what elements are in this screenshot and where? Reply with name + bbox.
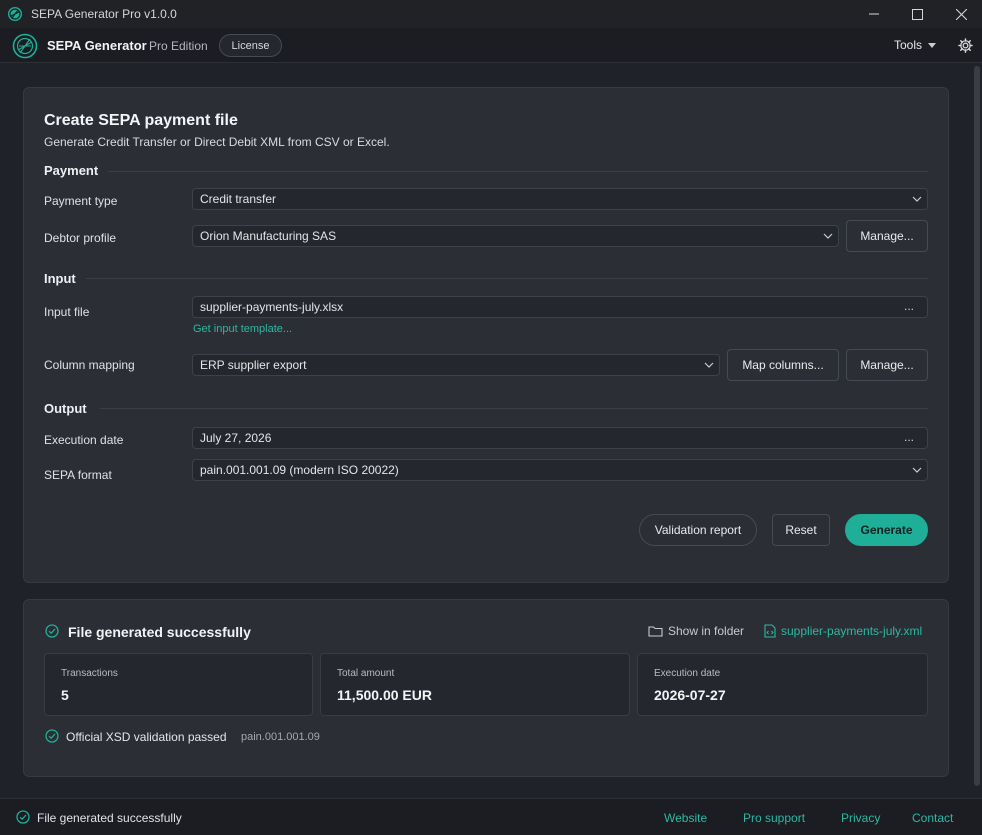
brand-name: SEPA Generator: [47, 38, 147, 53]
close-window-button[interactable]: [938, 0, 982, 28]
section-input: Input: [44, 271, 76, 286]
caret-down-icon: [928, 42, 937, 48]
input-file-label: Input file: [44, 305, 90, 319]
check-circle-icon: [45, 624, 59, 638]
execution-date-label: Execution date: [44, 433, 124, 447]
logo-icon: [12, 33, 38, 59]
check-circle-icon: [16, 810, 30, 824]
app-icon: [8, 7, 22, 21]
sepa-format-select[interactable]: pain.001.001.09 (modern ISO 20022): [192, 459, 928, 481]
footer-link-privacy[interactable]: Privacy: [841, 811, 880, 825]
section-payment: Payment: [44, 163, 99, 178]
payment-type-label: Payment type: [44, 194, 118, 208]
page-title: Create SEPA payment file: [44, 112, 238, 129]
execution-date-value: July 27, 2026: [200, 431, 272, 445]
manage-debtor-button[interactable]: Manage...: [846, 220, 928, 252]
column-mapping-select[interactable]: ERP supplier export: [192, 354, 720, 376]
check-circle-icon: [45, 729, 59, 743]
minimize-icon: [869, 13, 879, 15]
debtor-profile-label: Debtor profile: [44, 231, 117, 245]
reset-button[interactable]: Reset: [772, 514, 830, 546]
window-title: SEPA Generator Pro v1.0.0: [31, 7, 177, 21]
gear-icon[interactable]: [958, 38, 973, 53]
chevron-down-icon: [912, 196, 922, 202]
stat-label: Total amount: [337, 668, 395, 679]
chevron-down-icon: [823, 233, 833, 239]
payment-type-value: Credit transfer: [200, 192, 277, 206]
output-file-link[interactable]: supplier-payments-july.xml: [764, 624, 922, 638]
scrollbar-thumb[interactable]: [974, 66, 980, 786]
chevron-down-icon: [704, 362, 714, 368]
stat-value: 2026-07-27: [654, 687, 726, 703]
footer-link-website[interactable]: Website: [664, 811, 707, 825]
sepa-format-value: pain.001.001.09 (modern ISO 20022): [200, 463, 399, 477]
get-template-link[interactable]: Get input template...: [193, 323, 292, 335]
status-bar: File generated successfully Website Pro …: [0, 798, 982, 835]
edition-label: Pro Edition: [149, 39, 208, 53]
result-title: File generated successfully: [68, 624, 251, 640]
stat-card-transactions: Transactions 5: [44, 653, 313, 716]
maximize-icon: [911, 8, 923, 20]
input-file-field[interactable]: supplier-payments-july.xlsx ...: [192, 296, 928, 318]
browse-file-button[interactable]: ...: [904, 299, 914, 313]
stat-label: Transactions: [61, 668, 118, 679]
stat-value: 11,500.00 EUR: [337, 687, 432, 703]
folder-icon: [648, 626, 663, 637]
stat-label: Execution date: [654, 668, 721, 679]
tools-menu-label: Tools: [894, 38, 923, 52]
status-message: File generated successfully: [37, 811, 182, 825]
license-button[interactable]: License: [219, 34, 282, 57]
sepa-format-label: SEPA format: [44, 468, 112, 482]
xsd-validation-format: pain.001.001.09: [241, 731, 320, 743]
page-subtitle: Generate Credit Transfer or Direct Debit…: [44, 135, 390, 149]
section-divider: [100, 408, 928, 409]
input-file-value: supplier-payments-july.xlsx: [200, 300, 344, 314]
payment-type-select[interactable]: Credit transfer: [192, 188, 928, 210]
debtor-profile-select[interactable]: Orion Manufacturing SAS: [192, 225, 839, 247]
xml-file-icon: [764, 624, 776, 638]
date-picker-button[interactable]: ...: [904, 430, 914, 444]
stat-value: 5: [61, 687, 69, 703]
result-card: File generated successfully Show in fold…: [23, 599, 949, 777]
manage-mapping-button[interactable]: Manage...: [846, 349, 928, 381]
generate-button[interactable]: Generate: [845, 514, 928, 546]
output-file-name: supplier-payments-july.xml: [781, 624, 923, 638]
section-divider: [108, 171, 928, 172]
stat-card-execution-date: Execution date 2026-07-27: [637, 653, 928, 716]
chevron-down-icon: [912, 467, 922, 473]
minimize-button[interactable]: [851, 0, 897, 28]
map-columns-button[interactable]: Map columns...: [727, 349, 839, 381]
create-file-card: Create SEPA payment file Generate Credit…: [23, 87, 949, 583]
show-in-folder-label: Show in folder: [668, 624, 745, 638]
section-output: Output: [44, 401, 87, 416]
column-mapping-value: ERP supplier export: [200, 358, 307, 372]
xsd-validation-text: Official XSD validation passed: [66, 730, 227, 744]
title-bar: SEPA Generator Pro v1.0.0: [0, 0, 982, 28]
column-mapping-label: Column mapping: [44, 358, 135, 372]
debtor-profile-value: Orion Manufacturing SAS: [200, 229, 337, 243]
validation-report-button[interactable]: Validation report: [639, 514, 757, 546]
execution-date-field[interactable]: July 27, 2026 ...: [192, 427, 928, 449]
stat-card-total-amount: Total amount 11,500.00 EUR: [320, 653, 630, 716]
footer-link-contact[interactable]: Contact: [912, 811, 953, 825]
tools-menu[interactable]: Tools: [894, 38, 937, 52]
section-divider: [86, 278, 928, 279]
close-icon: [955, 8, 967, 20]
app-header: SEPA Generator Pro Edition License Tools: [0, 28, 982, 63]
footer-link-pro-support[interactable]: Pro support: [743, 811, 805, 825]
maximize-button[interactable]: [894, 0, 940, 28]
show-in-folder-button[interactable]: Show in folder: [648, 624, 744, 638]
